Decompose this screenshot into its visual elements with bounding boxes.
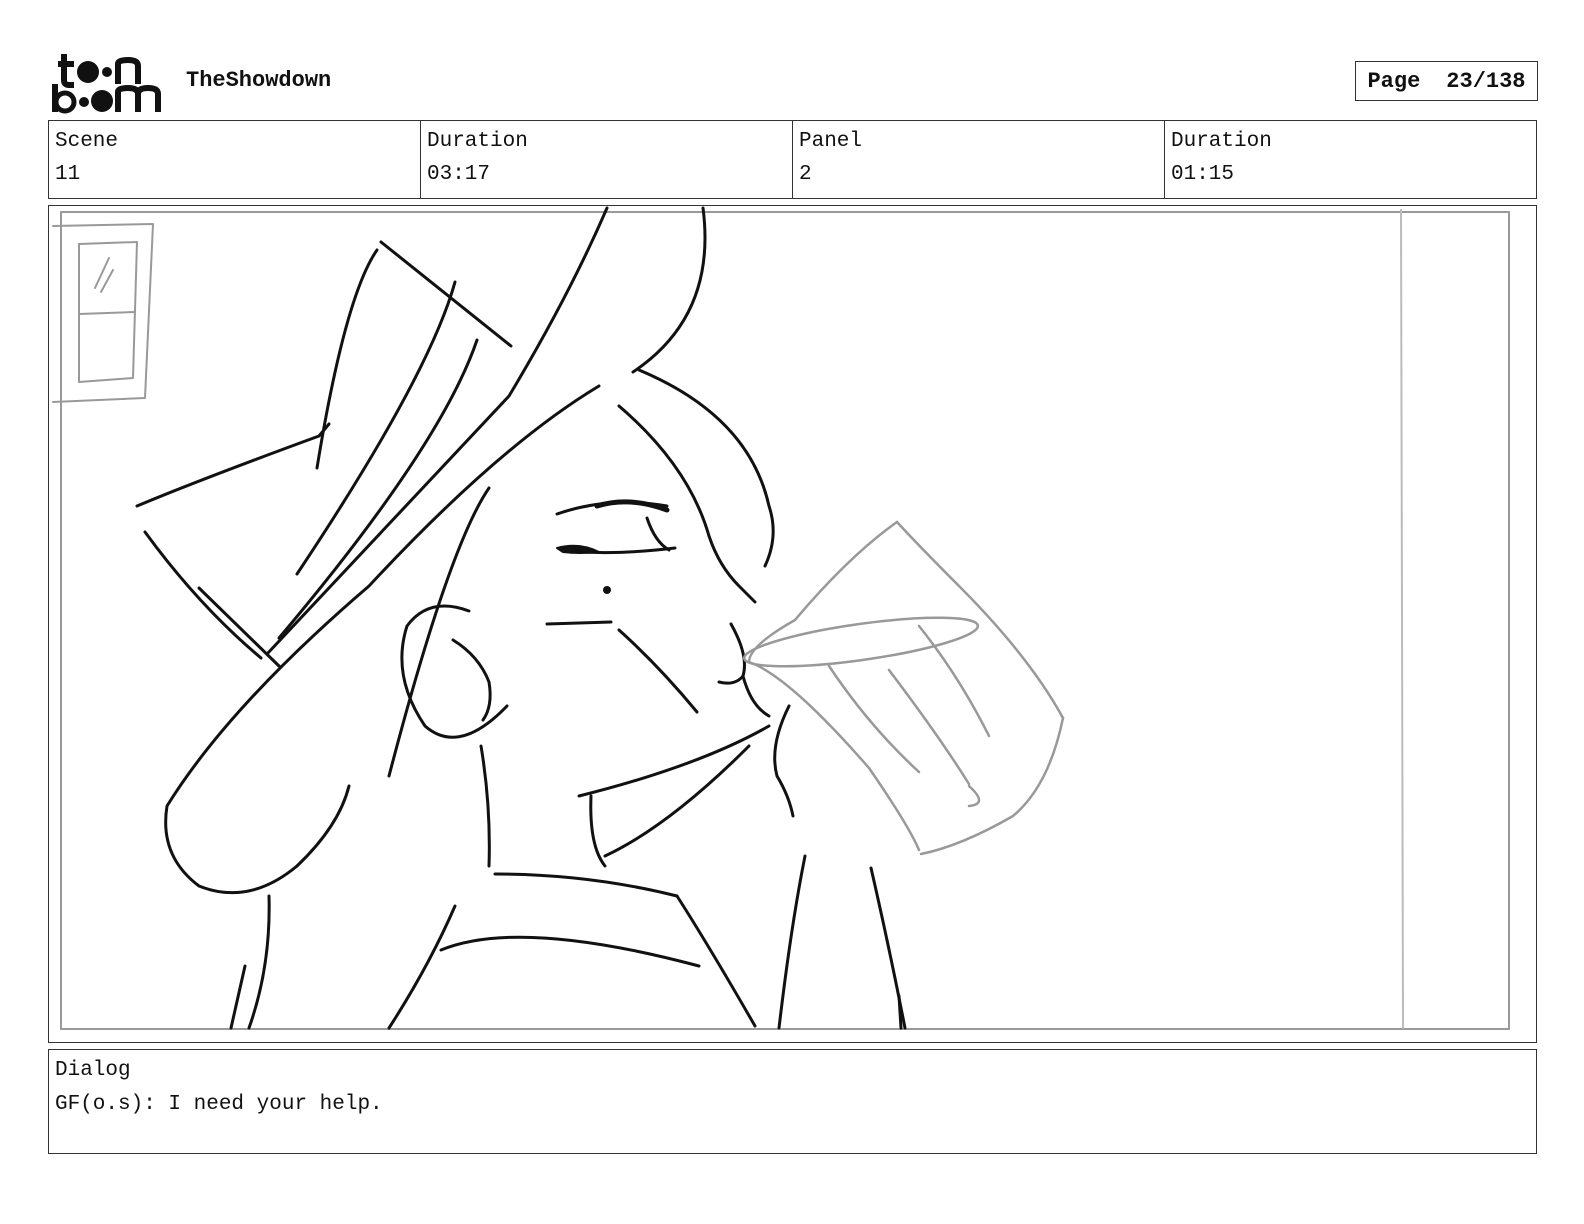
- dialog-box: Dialog GF(o.s): I need your help.: [48, 1049, 1537, 1154]
- storyboard-panel: [48, 205, 1537, 1043]
- scene-label: Scene: [55, 130, 119, 153]
- face-sketch: [400, 404, 795, 868]
- toon-boom-logo: [52, 54, 161, 114]
- page-indicator: Page 23/138: [1355, 61, 1538, 101]
- body-sketch: [229, 854, 907, 1030]
- panel-duration-cell: Duration 01:15: [1165, 121, 1536, 198]
- panel-duration-label: Duration: [1171, 130, 1272, 153]
- hat-sketch: [135, 206, 775, 895]
- scene-duration-label: Duration: [427, 130, 528, 153]
- dialog-label: Dialog: [55, 1059, 131, 1082]
- panel-duration-value: 01:15: [1171, 163, 1235, 186]
- window-sketch: [52, 223, 154, 403]
- closed-eye: [556, 544, 600, 554]
- panel-info-table: Scene 11 Duration 03:17 Panel 2 Duration…: [48, 120, 1537, 199]
- scene-duration-value: 03:17: [427, 163, 491, 186]
- scene-cell: Scene 11: [49, 121, 421, 198]
- scene-duration-cell: Duration 03:17: [421, 121, 793, 198]
- guide-line: [1400, 209, 1404, 1029]
- panel-label: Panel: [799, 130, 863, 153]
- camera-frame: [60, 211, 1510, 1030]
- dialog-text: GF(o.s): I need your help.: [55, 1093, 383, 1116]
- beauty-mark: [603, 586, 611, 594]
- scene-value: 11: [55, 163, 81, 186]
- page-number: 23/138: [1446, 68, 1526, 94]
- panel-sketch: [52, 206, 1510, 1030]
- panel-value: 2: [799, 163, 812, 186]
- panel-cell: Panel 2: [793, 121, 1165, 198]
- page-label: Page: [1367, 68, 1421, 94]
- project-title: TheShowdown: [186, 68, 332, 93]
